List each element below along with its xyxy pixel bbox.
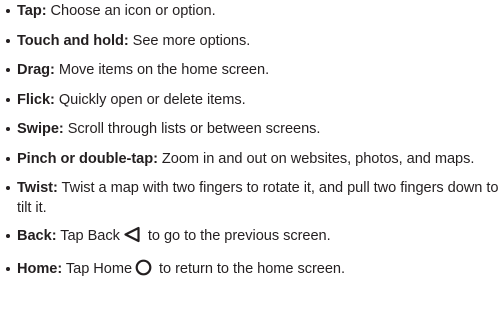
list-item-drag: Drag: Move items on the home screen. (6, 60, 502, 80)
gesture-description-suffix: to return to the home screen. (155, 260, 345, 277)
gesture-term: Home: (17, 260, 63, 277)
gesture-term: Touch and hold: (17, 32, 129, 49)
gesture-description: Move items on the home screen. (54, 62, 270, 79)
list-item-back: Back: Tap Back to go to the previous scr… (6, 226, 502, 249)
list-item-flick: Flick: Quickly open or delete items. (6, 90, 502, 110)
gesture-term: Drag: (17, 62, 55, 79)
gesture-term: Twist: (17, 179, 58, 196)
back-triangle-icon (123, 226, 141, 249)
list-item-twist: Twist: Twist a map with two fingers to r… (6, 178, 502, 218)
gesture-term: Swipe: (17, 121, 64, 138)
gesture-description: Quickly open or delete items. (54, 91, 246, 108)
gesture-description-suffix: to go to the previous screen. (143, 228, 331, 245)
gesture-description: Tap Home (62, 260, 133, 277)
gesture-description: Choose an icon or option. (46, 3, 216, 19)
home-circle-icon (135, 259, 152, 282)
gesture-document: Tap: Choose an icon or option. Touch and… (0, 0, 502, 326)
gesture-description: Twist a map with two fingers to rotate i… (17, 179, 499, 216)
gesture-term: Pinch or double-tap: (17, 150, 158, 167)
gesture-description: Zoom in and out on websites, photos, and… (157, 150, 475, 167)
list-item-swipe: Swipe: Scroll through lists or between s… (6, 119, 502, 139)
gesture-term: Flick: (17, 91, 55, 108)
list-item-pinch: Pinch or double-tap: Zoom in and out on … (6, 149, 502, 169)
list-item-touch-and-hold: Touch and hold: See more options. (6, 31, 502, 51)
gesture-term: Back: (17, 228, 57, 245)
gesture-description: Tap Back (56, 228, 120, 245)
list-item-home: Home: Tap Home to return to the home scr… (6, 259, 502, 282)
list-item-tap: Tap: Choose an icon or option. (6, 1, 502, 21)
gesture-description: See more options. (128, 32, 251, 49)
gesture-description: Scroll through lists or between screens. (63, 121, 321, 138)
gesture-list: Tap: Choose an icon or option. Touch and… (0, 1, 502, 282)
gesture-term: Tap: (17, 3, 47, 19)
